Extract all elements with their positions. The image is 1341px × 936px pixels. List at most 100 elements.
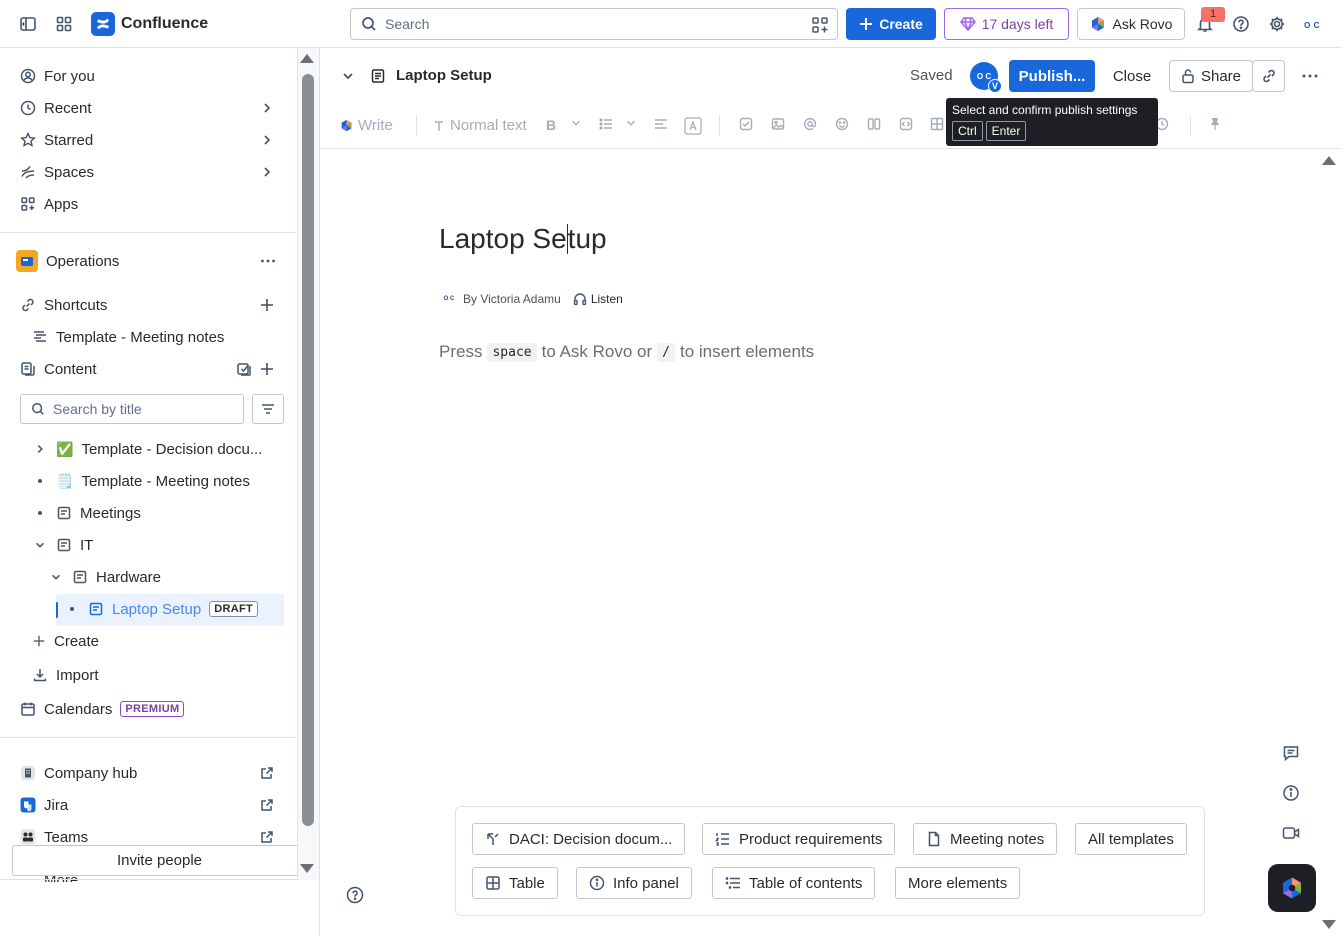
create-whiteboard-icon[interactable] [236, 361, 252, 377]
document-title[interactable]: Laptop Setup [439, 223, 607, 255]
help-question-icon[interactable] [346, 886, 364, 904]
sidebar-item-spaces[interactable]: Spaces [12, 156, 284, 188]
invite-people-button[interactable]: Invite people [12, 845, 307, 876]
tree-item-meeting-notes-template[interactable]: 🗒️ Template - Meeting notes [32, 465, 250, 497]
list-chevron-icon[interactable] [625, 117, 637, 129]
chevron-right-icon[interactable] [260, 165, 274, 179]
more-actions-button[interactable] [1294, 60, 1326, 92]
align-icon[interactable] [654, 117, 668, 131]
scroll-down-arrow-icon[interactable] [300, 864, 314, 873]
comments-icon[interactable] [1282, 744, 1300, 762]
image-icon[interactable] [771, 117, 785, 131]
chevron-right-icon[interactable] [260, 133, 274, 147]
sidebar-link-jira[interactable]: Jira [12, 789, 284, 821]
template-product-requirements-button[interactable]: Product requirements [702, 823, 896, 855]
sidebar-link-company-hub[interactable]: Company hub [12, 757, 284, 789]
create-button[interactable]: Create [846, 8, 936, 40]
add-content-plus-icon[interactable] [260, 362, 274, 376]
sidebar-item-label: Recent [44, 99, 92, 117]
all-templates-button[interactable]: All templates [1075, 823, 1187, 855]
add-shortcut-plus-icon[interactable] [260, 298, 274, 312]
close-button[interactable]: Close [1105, 60, 1159, 92]
external-link-icon[interactable] [260, 798, 274, 812]
collapse-chevron-icon[interactable] [334, 62, 362, 90]
sidebar-item-starred[interactable]: Starred [12, 124, 284, 156]
search-by-title-input[interactable]: Search by title [20, 394, 244, 424]
tree-item-decision-doc[interactable]: ✅ Template - Decision docu... [32, 433, 262, 465]
confluence-logo[interactable]: Confluence [91, 12, 208, 36]
video-record-icon[interactable] [1282, 824, 1300, 842]
share-button[interactable]: Share [1169, 60, 1253, 92]
layout-columns-icon[interactable] [867, 117, 881, 131]
tree-item-label: Template - Meeting notes [81, 472, 250, 490]
app-switcher-icon[interactable] [50, 10, 78, 38]
chevron-right-icon[interactable] [32, 441, 48, 457]
space-header-operations[interactable]: Operations [8, 245, 280, 277]
pin-toolbar-icon[interactable] [1209, 117, 1221, 131]
table-icon[interactable] [930, 117, 944, 131]
sidebar-import-button[interactable]: Import [24, 659, 284, 691]
template-daci-button[interactable]: DACI: Decision docum... [472, 823, 686, 855]
chevron-down-icon[interactable] [48, 569, 64, 585]
insert-table-of-contents-button[interactable]: Table of contents [712, 867, 876, 899]
listen-button[interactable]: Listen [573, 292, 623, 306]
sidebar-item-calendars[interactable]: Calendars PREMIUM [12, 693, 284, 725]
chevron-down-icon[interactable] [32, 537, 48, 553]
global-search-input[interactable]: Search [350, 8, 838, 40]
more-elements-button[interactable]: More elements [895, 867, 1021, 899]
space-more-actions-icon[interactable] [259, 252, 277, 270]
code-snippet-icon[interactable] [899, 117, 913, 131]
bold-icon[interactable]: B [546, 117, 556, 133]
copy-link-button[interactable] [1252, 60, 1285, 92]
page-info-icon[interactable] [1282, 784, 1300, 802]
more-formatting-chevron-icon[interactable] [570, 117, 582, 129]
template-meeting-notes-button[interactable]: Meeting notes [913, 823, 1058, 855]
calendar-icon [21, 702, 35, 716]
shortcut-template-meeting-notes[interactable]: Template - Meeting notes [24, 321, 284, 353]
shortcut-label: Template - Meeting notes [56, 328, 225, 346]
insert-table-button[interactable]: Table [472, 867, 558, 899]
help-icon[interactable] [1227, 10, 1255, 38]
filter-button[interactable] [252, 394, 284, 424]
profile-avatar[interactable]: O C [1300, 13, 1324, 37]
trial-button[interactable]: 17 days left [944, 8, 1069, 40]
mention-icon[interactable] [803, 117, 817, 131]
task-checkbox-icon[interactable] [739, 117, 753, 131]
sidebar-item-for-you[interactable]: For you [12, 60, 284, 92]
sidebar-scroll-thumb[interactable] [302, 74, 314, 826]
editor-placeholder[interactable]: Press space to Ask Rovo or / to insert e… [439, 342, 814, 362]
element-label: Table [509, 874, 545, 892]
author-name[interactable]: By Victoria Adamu [463, 292, 561, 306]
tree-item-hardware[interactable]: Hardware [48, 561, 161, 593]
settings-gear-icon[interactable] [1263, 10, 1291, 38]
collaborator-avatar[interactable]: O C V [970, 62, 1002, 93]
ask-rovo-button[interactable]: Ask Rovo [1077, 8, 1185, 40]
rovo-write-button[interactable]: Write [340, 117, 393, 134]
author-avatar[interactable]: O C [441, 291, 457, 307]
emoji-icon[interactable] [835, 117, 849, 131]
search-filters-icon[interactable] [811, 16, 829, 34]
editor-scroll-up-arrow-icon[interactable] [1322, 156, 1336, 165]
sidebar-toggle-icon[interactable] [14, 10, 42, 38]
tree-item-it[interactable]: IT [32, 529, 93, 561]
external-link-icon[interactable] [260, 766, 274, 780]
editor-scroll-down-arrow-icon[interactable] [1322, 920, 1336, 929]
sidebar-item-recent[interactable]: Recent [12, 92, 284, 124]
scroll-up-arrow-icon[interactable] [300, 54, 314, 63]
tree-item-laptop-setup[interactable]: Laptop Setup DRAFT [64, 593, 259, 625]
sidebar-item-label: For you [44, 67, 95, 85]
publish-button[interactable]: Publish... [1009, 60, 1095, 92]
sidebar-item-apps[interactable]: Apps [12, 188, 284, 220]
external-link-icon[interactable] [260, 830, 274, 844]
bullet-list-icon[interactable] [599, 117, 613, 131]
page-icon [89, 602, 103, 616]
text-color-icon[interactable] [684, 117, 702, 135]
insert-info-panel-button[interactable]: Info panel [576, 867, 692, 899]
tree-item-label: Hardware [96, 568, 162, 586]
sidebar-create-button[interactable]: Create [24, 625, 284, 657]
rovo-chat-button[interactable] [1268, 864, 1316, 912]
text-style-dropdown[interactable]: Normal text [433, 117, 527, 134]
chevron-right-icon[interactable] [260, 101, 274, 115]
sidebar-item-shortcuts[interactable]: Shortcuts [12, 289, 284, 321]
tree-item-meetings[interactable]: Meetings [32, 497, 141, 529]
